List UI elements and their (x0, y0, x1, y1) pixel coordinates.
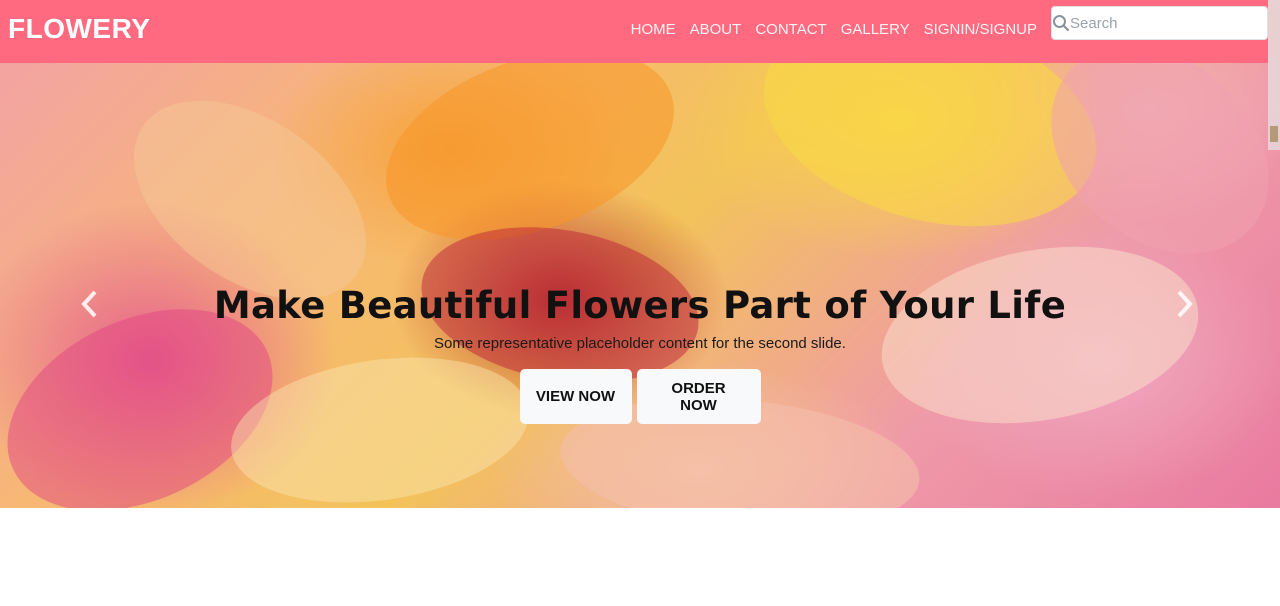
scrollbar[interactable] (1268, 0, 1280, 150)
nav-item-contact[interactable]: CONTACT (748, 21, 833, 38)
carousel-title: Make Beautiful Flowers Part of Your Life (213, 284, 1067, 327)
carousel-slide-image (0, 0, 1280, 508)
brand-logo[interactable]: FLOWERY (8, 13, 150, 45)
carousel-caption: Make Beautiful Flowers Part of Your Life… (0, 284, 1280, 424)
nav-links: HOME ABOUT CONTACT GALLERY SIGNIN/SIGNUP (624, 21, 1044, 38)
carousel-text: Some representative placeholder content … (434, 335, 846, 352)
search-icon[interactable] (1052, 7, 1070, 39)
scrollbar-thumb[interactable] (1270, 126, 1278, 142)
search-input[interactable] (1070, 8, 1269, 38)
nav-item-home[interactable]: HOME (624, 21, 683, 38)
nav-item-signin-signup[interactable]: SIGNIN/SIGNUP (917, 21, 1044, 38)
search-box (1051, 6, 1269, 40)
nav-item-gallery[interactable]: GALLERY (834, 21, 917, 38)
nav-item-about[interactable]: ABOUT (683, 21, 749, 38)
view-now-button[interactable]: VIEW NOW (519, 369, 632, 424)
carousel-buttons: VIEW NOW ORDER NOW (0, 369, 1280, 424)
order-now-button[interactable]: ORDER NOW (636, 369, 761, 424)
